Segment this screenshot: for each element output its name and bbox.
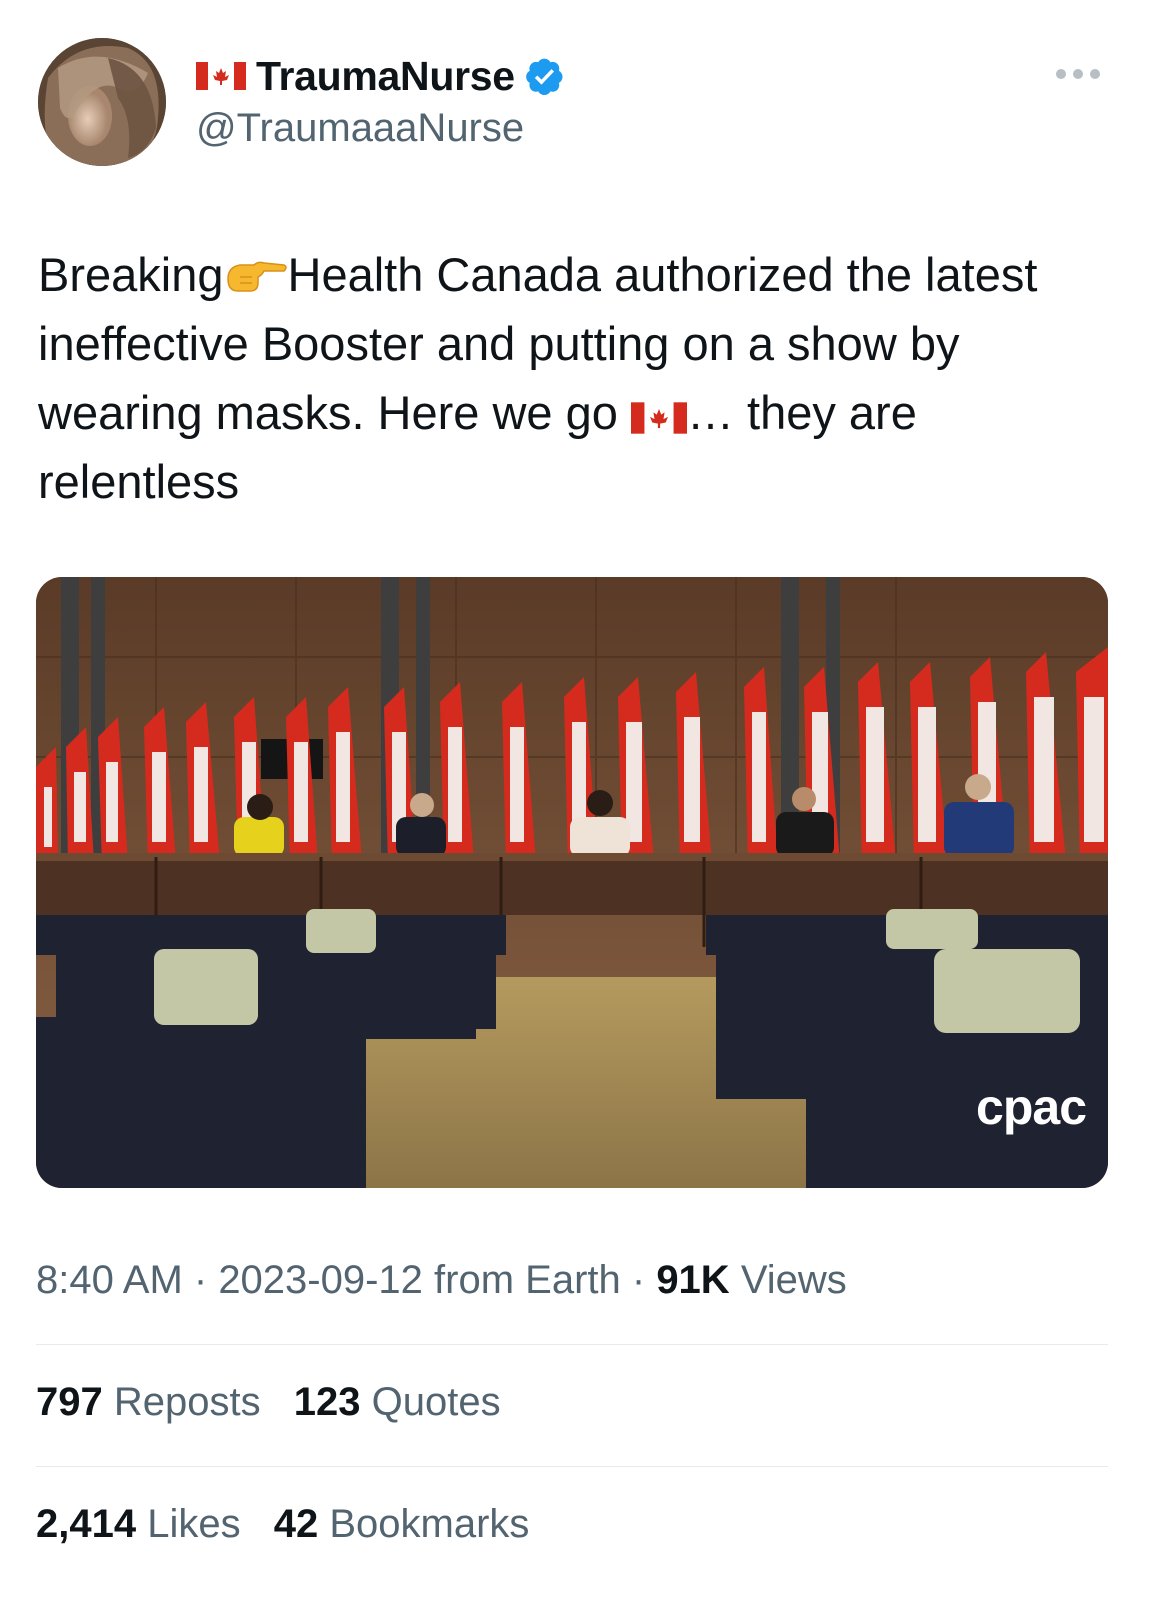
more-dot xyxy=(1073,69,1083,79)
stats-row-likes-bookmarks: 2,414 Likes 42 Bookmarks xyxy=(36,1502,551,1547)
likes-stat[interactable]: 2,414 Likes xyxy=(36,1502,241,1546)
reposts-stat[interactable]: 797 Reposts xyxy=(36,1380,261,1424)
reposts-label: Reposts xyxy=(113,1380,261,1424)
more-dot xyxy=(1056,69,1066,79)
divider xyxy=(36,1466,1108,1467)
views-label: Views xyxy=(740,1258,847,1302)
divider xyxy=(36,1344,1108,1345)
author-display-name[interactable]: TraumaNurse xyxy=(256,53,515,100)
bookmarks-stat[interactable]: 42 Bookmarks xyxy=(274,1502,530,1546)
views-count: 91K xyxy=(656,1258,730,1302)
tweet-time[interactable]: 8:40 AM xyxy=(36,1258,183,1302)
author-handle[interactable]: @TraumaaaNurse xyxy=(196,106,524,151)
tweet-text: Breaking Health Canada authorized the la… xyxy=(38,240,1128,516)
more-dot xyxy=(1090,69,1100,79)
canada-flag-icon xyxy=(196,62,246,90)
bookmarks-count: 42 xyxy=(273,1502,319,1546)
tweet-source: from Earth xyxy=(434,1258,621,1302)
author-name-row: TraumaNurse xyxy=(196,50,565,102)
meta-separator: · xyxy=(182,1258,219,1302)
bookmarks-label: Bookmarks xyxy=(329,1502,530,1546)
stats-row-reposts-quotes: 797 Reposts 123 Quotes xyxy=(36,1380,523,1425)
tweet-media-photo[interactable]: cpac xyxy=(36,577,1108,1188)
verified-badge-icon[interactable] xyxy=(525,56,565,96)
quotes-label: Quotes xyxy=(371,1380,501,1424)
avatar-image xyxy=(38,38,166,166)
tweet-meta: 8:40 AM · 2023-09-12 from Earth · 91K Vi… xyxy=(36,1258,847,1303)
likes-count: 2,414 xyxy=(36,1502,137,1546)
avatar[interactable] xyxy=(38,38,166,166)
cpac-watermark: cpac xyxy=(976,1079,1087,1135)
more-options-icon[interactable] xyxy=(1056,64,1100,84)
reposts-count: 797 xyxy=(36,1380,103,1424)
tweet-date[interactable]: 2023-09-12 xyxy=(218,1258,423,1302)
canada-flag-icon xyxy=(630,402,687,434)
quotes-stat[interactable]: 123 Quotes xyxy=(294,1380,501,1424)
press-conference-photo xyxy=(36,577,1108,1188)
pointing-right-hand-icon xyxy=(226,261,287,292)
meta-separator: · xyxy=(620,1258,657,1302)
likes-label: Likes xyxy=(147,1502,241,1546)
tweet-text-part1: Breaking xyxy=(38,248,224,301)
quotes-count: 123 xyxy=(293,1380,361,1424)
